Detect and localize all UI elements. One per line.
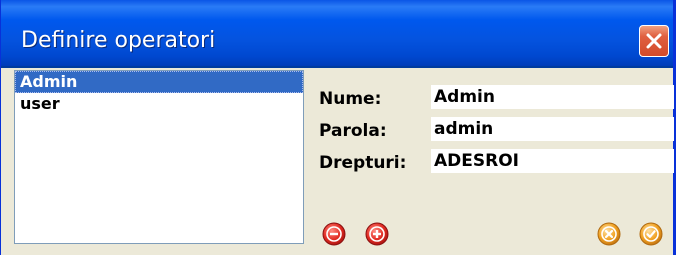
remove-user-button[interactable] — [322, 222, 346, 246]
password-field[interactable] — [431, 117, 674, 141]
rights-label: Drepturi: — [319, 153, 407, 173]
rights-field[interactable] — [431, 149, 674, 173]
list-item-label: user — [20, 94, 60, 113]
name-label: Nume: — [319, 89, 382, 109]
users-list[interactable]: Admin user — [14, 70, 304, 244]
name-field[interactable] — [431, 85, 674, 109]
add-user-button[interactable] — [365, 222, 389, 246]
plus-circle-icon — [365, 222, 389, 250]
x-circle-icon — [597, 222, 621, 250]
check-circle-icon — [639, 222, 663, 250]
window-title: Definire operatori — [21, 28, 216, 53]
password-label: Parola: — [319, 121, 387, 141]
cancel-button[interactable] — [597, 222, 621, 246]
list-item-user[interactable]: user — [15, 93, 303, 115]
operators-dialog: Definire operatori Admin user Nume: Paro… — [0, 0, 676, 255]
title-bar[interactable]: Definire operatori — [1, 0, 673, 68]
close-button[interactable] — [639, 25, 669, 57]
close-icon — [645, 32, 663, 50]
ok-button[interactable] — [639, 222, 663, 246]
list-item-label: Admin — [20, 72, 78, 91]
minus-circle-icon — [322, 222, 346, 250]
list-item-admin[interactable]: Admin — [15, 71, 303, 93]
